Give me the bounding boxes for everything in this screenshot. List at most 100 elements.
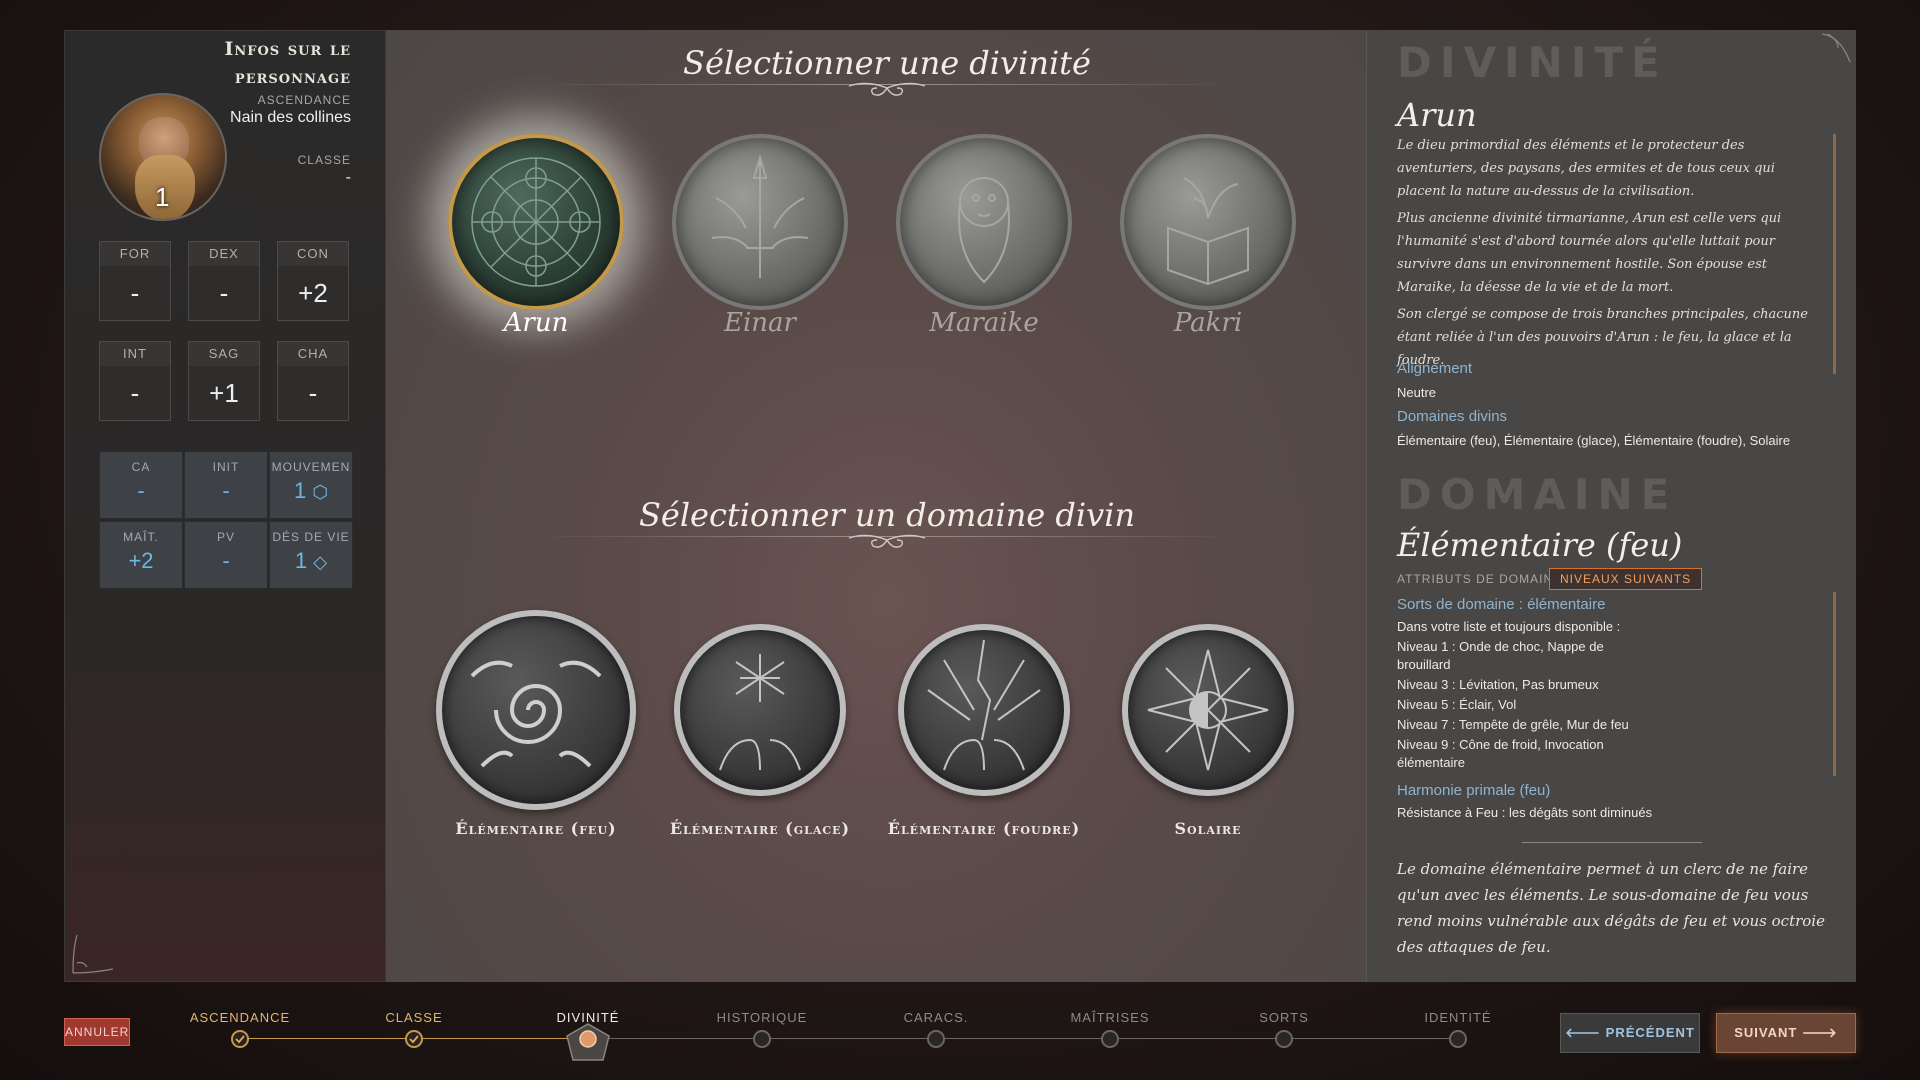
stat-value: - bbox=[308, 378, 318, 408]
deity-name-maraike[interactable]: Maraike bbox=[884, 308, 1084, 338]
ancestry-label: ASCENDANCE bbox=[257, 93, 351, 107]
previous-button[interactable]: 🡐 PRÉCÉDENT bbox=[1560, 1013, 1700, 1053]
spell-line: Niveau 1 : Onde de choc, Nappe de brouil… bbox=[1397, 639, 1604, 672]
ancestry-value: Nain des collines bbox=[230, 109, 351, 126]
domain-header: DOMAINE bbox=[1397, 470, 1678, 519]
step-maitrises[interactable]: MAÎTRISES bbox=[1040, 1010, 1180, 1025]
cancel-button[interactable]: ANNULER bbox=[64, 1018, 130, 1046]
deity-desc-paragraph: Plus ancienne divinité tirmarianne, Arun… bbox=[1397, 211, 1782, 295]
sec-value: - bbox=[137, 478, 145, 503]
divine-domains-value: Élémentaire (feu), Élémentaire (glace), … bbox=[1397, 433, 1791, 448]
stat-label: SAG bbox=[189, 342, 259, 366]
step-historique[interactable]: HISTORIQUE bbox=[692, 1010, 832, 1025]
deity-coin-pakri[interactable] bbox=[1120, 134, 1296, 310]
stat-label: CHA bbox=[278, 342, 348, 366]
d8-die-icon: ◇ bbox=[313, 552, 328, 572]
ornamental-divider bbox=[1522, 842, 1702, 843]
previous-label: PRÉCÉDENT bbox=[1605, 1025, 1695, 1040]
stat-value: - bbox=[130, 278, 140, 308]
stat-label: CON bbox=[278, 242, 348, 266]
alignment-value: Neutre bbox=[1397, 385, 1437, 400]
domain-scrollbar[interactable] bbox=[1833, 592, 1836, 776]
character-info-panel: Infos sur le personnage 1 ASCENDANCE Nai… bbox=[64, 30, 386, 982]
sec-value: - bbox=[222, 478, 230, 503]
sec-label: CA bbox=[131, 460, 151, 474]
character-level: 1 bbox=[155, 182, 170, 212]
deity-desc-paragraph: Le dieu primordial des éléments et le pr… bbox=[1397, 138, 1775, 199]
arrow-right-icon: 🡒 bbox=[1801, 1025, 1838, 1040]
stat-hp: PV - bbox=[184, 521, 268, 589]
deity-coin-arun[interactable] bbox=[448, 134, 624, 310]
domain-section-title: Sélectionner un domaine divin bbox=[638, 496, 1136, 534]
panel-title: Infos sur le personnage bbox=[224, 38, 351, 88]
deity-name-pakri[interactable]: Pakri bbox=[1108, 308, 1308, 338]
step-ascendance[interactable]: ASCENDANCE bbox=[170, 1010, 310, 1025]
details-panel: DIVINITÉ Arun Le dieu primordial des élé… bbox=[1366, 30, 1856, 982]
sec-value: 1 ◇ bbox=[270, 548, 352, 574]
spell-line: Dans votre liste et toujours disponible … bbox=[1397, 619, 1621, 634]
sec-value-text: 1 bbox=[294, 548, 308, 573]
domain-coin-fire[interactable] bbox=[436, 610, 636, 810]
spell-line: Niveau 9 : Cône de froid, Invocation élé… bbox=[1397, 737, 1604, 770]
domain-name-fire[interactable]: Élémentaire (feu) bbox=[436, 818, 636, 840]
corner-ornament-icon bbox=[72, 934, 114, 974]
spell-line: Niveau 5 : Éclair, Vol bbox=[1397, 697, 1517, 712]
step-sorts[interactable]: SORTS bbox=[1214, 1010, 1354, 1025]
stat-int: INT - bbox=[99, 341, 171, 421]
stat-label: INT bbox=[100, 342, 170, 366]
deity-scrollbar[interactable] bbox=[1833, 134, 1836, 374]
stat-init: INIT - bbox=[184, 451, 268, 519]
domain-spells-label: Sorts de domaine : élémentaire bbox=[1397, 596, 1606, 613]
stat-label: DEX bbox=[189, 242, 259, 266]
deity-name-einar[interactable]: Einar bbox=[660, 308, 860, 338]
character-creation-frame: Infos sur le personnage 1 ASCENDANCE Nai… bbox=[64, 30, 1856, 982]
domain-spells-list: Dans votre liste et toujours disponible … bbox=[1397, 618, 1657, 772]
step-dot bbox=[927, 1030, 945, 1048]
stat-ca: CA - bbox=[99, 451, 183, 519]
step-dot bbox=[1449, 1030, 1467, 1048]
divine-domains-label: Domaines divins bbox=[1397, 408, 1508, 425]
sec-label: DÉS DE VIE bbox=[272, 530, 350, 544]
deity-description: Le dieu primordial des éléments et le pr… bbox=[1397, 134, 1827, 376]
selection-panel: Sélectionner une divinité Arun Einar Mar… bbox=[386, 30, 1388, 982]
deity-header: DIVINITÉ bbox=[1397, 38, 1668, 87]
domain-name-solar[interactable]: Solaire bbox=[1108, 818, 1308, 840]
deity-coin-maraike[interactable] bbox=[896, 134, 1072, 310]
alignment-label: Alignement bbox=[1397, 360, 1473, 377]
mandala-icon bbox=[471, 157, 601, 287]
stat-value: - bbox=[130, 378, 140, 408]
sec-value: 1 ⬡ bbox=[270, 478, 352, 504]
check-icon bbox=[405, 1030, 423, 1048]
current-step-emblem-icon bbox=[566, 1023, 610, 1061]
sec-value-text: 1 bbox=[293, 478, 307, 503]
flourish-icon bbox=[848, 82, 926, 96]
step-dot bbox=[1101, 1030, 1119, 1048]
step-identite[interactable]: IDENTITÉ bbox=[1388, 1010, 1528, 1025]
spell-line: Niveau 7 : Tempête de grêle, Mur de feu bbox=[1397, 717, 1629, 732]
domain-coin-ice[interactable] bbox=[674, 624, 846, 796]
domain-name-ice[interactable]: Élémentaire (glace) bbox=[660, 818, 860, 840]
next-button[interactable]: SUIVANT 🡒 bbox=[1716, 1013, 1856, 1053]
deity-name-arun[interactable]: Arun bbox=[436, 308, 636, 338]
next-levels-button[interactable]: NIVEAUX SUIVANTS bbox=[1549, 568, 1703, 590]
domain-coin-lightning[interactable] bbox=[898, 624, 1070, 796]
goddess-face-icon bbox=[958, 177, 1010, 284]
harmony-text: Résistance à Feu : les dégâts sont dimin… bbox=[1397, 805, 1653, 820]
stat-movement: MOUVEMEN 1 ⬡ bbox=[269, 451, 353, 519]
stat-con: CON +2 bbox=[277, 241, 349, 321]
harmony-label: Harmonie primale (feu) bbox=[1397, 782, 1551, 799]
domain-coin-solar[interactable] bbox=[1122, 624, 1294, 796]
corner-ornament-icon bbox=[1821, 33, 1851, 63]
stat-value: - bbox=[219, 278, 229, 308]
check-icon bbox=[231, 1030, 249, 1048]
sec-value: - bbox=[222, 548, 230, 573]
character-portrait[interactable]: 1 bbox=[99, 93, 227, 221]
stat-hit-dice: DÉS DE VIE 1 ◇ bbox=[269, 521, 353, 589]
domain-name-lightning[interactable]: Élémentaire (foudre) bbox=[884, 818, 1084, 840]
step-classe[interactable]: CLASSE bbox=[344, 1010, 484, 1025]
spell-line: Niveau 3 : Lévitation, Pas brumeux bbox=[1397, 677, 1599, 692]
book-icon bbox=[1167, 177, 1249, 286]
sec-value: +2 bbox=[128, 548, 154, 573]
deity-coin-einar[interactable] bbox=[672, 134, 848, 310]
step-caracs[interactable]: CARACS. bbox=[866, 1010, 1006, 1025]
